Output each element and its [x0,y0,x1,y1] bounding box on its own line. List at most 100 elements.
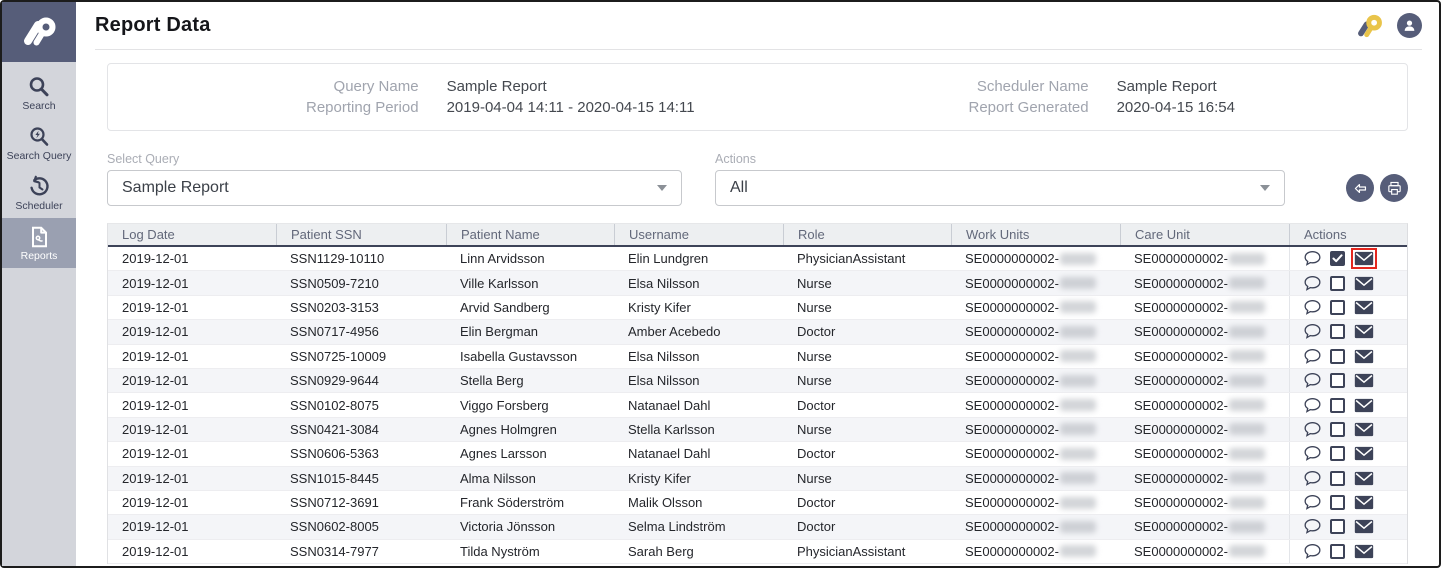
comment-icon[interactable] [1303,470,1322,487]
row-checkbox[interactable] [1330,276,1345,291]
mail-icon-wrap[interactable] [1353,323,1375,340]
column-header-patient-name[interactable]: Patient Name [446,224,614,245]
comment-icon[interactable] [1303,299,1322,316]
row-checkbox[interactable] [1330,544,1345,559]
row-checkbox[interactable] [1330,471,1345,486]
care-unit-cell: SE0000000002- [1120,515,1289,538]
work-units-cell-value: SE0000000002- [965,373,1059,388]
work-units-cell: SE0000000002- [951,418,1120,441]
mail-icon-wrap[interactable] [1353,494,1375,511]
sidebar-item-reports[interactable]: Reports [2,218,76,268]
comment-icon[interactable] [1303,421,1322,438]
back-button[interactable] [1346,174,1374,202]
username-cell: Elsa Nilsson [614,345,783,368]
care-unit-cell-value: SE0000000002- [1134,373,1228,388]
comment-icon[interactable] [1303,397,1322,414]
mail-icon-highlighted[interactable] [1353,250,1375,267]
care-unit-cell: SE0000000002- [1120,418,1289,441]
mail-icon-wrap[interactable] [1353,275,1375,292]
patient-ssn-cell-value: SSN0102-8075 [290,398,379,413]
mail-icon-wrap[interactable] [1353,470,1375,487]
printer-icon [1386,180,1403,197]
column-header-care-unit[interactable]: Care Unit [1120,224,1289,245]
redacted-value [1060,448,1096,460]
summary-value: 2019-04-04 14:11 - 2020-04-15 14:11 [447,97,695,118]
user-avatar-button[interactable] [1397,13,1422,38]
patient-ssn-cell-value: SSN0314-7977 [290,544,379,559]
work-units-cell: SE0000000002- [951,271,1120,294]
mail-icon-wrap[interactable] [1353,543,1375,560]
summary-label: Query Name [306,76,419,97]
row-checkbox[interactable] [1330,446,1345,461]
username-cell: Kristy Kifer [614,467,783,490]
comment-icon[interactable] [1303,494,1322,511]
mail-icon-wrap[interactable] [1353,421,1375,438]
care-unit-cell-value: SE0000000002- [1134,251,1228,266]
care-unit-cell-value: SE0000000002- [1134,422,1228,437]
column-header-role[interactable]: Role [783,224,951,245]
column-header-actions[interactable]: Actions [1289,224,1412,245]
patient-ssn-cell-value: SSN0602-8005 [290,519,379,534]
role-cell: Nurse [783,296,951,319]
column-header-work-units[interactable]: Work Units [951,224,1120,245]
report-table: Log DatePatient SSNPatient NameUsernameR… [107,223,1408,564]
role-cell: Doctor [783,515,951,538]
sidebar-nav: SearchSearch QuerySchedulerReports [2,62,76,268]
row-checkbox[interactable] [1330,324,1345,339]
comment-icon[interactable] [1303,445,1322,462]
comment-icon[interactable] [1303,323,1322,340]
row-checkbox[interactable] [1330,398,1345,413]
row-checkbox[interactable] [1330,300,1345,315]
sidebar-item-search[interactable]: Search [2,68,76,118]
print-button[interactable] [1380,174,1408,202]
patient-ssn-cell: SSN0929-9644 [276,369,446,392]
username-cell-value: Kristy Kifer [628,300,691,315]
comment-icon[interactable] [1303,250,1322,267]
report-summary-panel: Query NameReporting Period Sample Report… [107,63,1408,131]
column-header-patient-ssn[interactable]: Patient SSN [276,224,446,245]
row-checkbox[interactable] [1330,251,1345,266]
comment-icon[interactable] [1303,275,1322,292]
column-header-username[interactable]: Username [614,224,783,245]
log-date-cell: 2019-12-01 [108,369,276,392]
actions-dropdown[interactable]: All [715,170,1285,206]
scheduler-icon [27,175,51,199]
column-header-log-date[interactable]: Log Date [108,224,276,245]
comment-icon[interactable] [1303,372,1322,389]
row-checkbox[interactable] [1330,422,1345,437]
comment-icon[interactable] [1303,518,1322,535]
sidebar-item-search-query[interactable]: Search Query [2,118,76,168]
actions-cell [1289,369,1412,392]
row-checkbox[interactable] [1330,495,1345,510]
patient-name-cell-value: Elin Bergman [460,324,538,339]
mail-icon-wrap[interactable] [1353,445,1375,462]
mail-icon [1354,398,1374,413]
patient-ssn-cell-value: SSN0725-10009 [290,349,386,364]
mail-icon [1354,495,1374,510]
mail-icon-wrap[interactable] [1353,348,1375,365]
summary-left-labels: Query NameReporting Period [306,76,419,118]
sidebar-item-scheduler[interactable]: Scheduler [2,168,76,218]
work-units-cell: SE0000000002- [951,296,1120,319]
redacted-value [1060,472,1096,484]
table-row: 2019-12-01SSN0602-8005Victoria JönssonSe… [108,515,1407,539]
username-cell: Stella Karlsson [614,418,783,441]
role-cell: Doctor [783,442,951,465]
log-date-cell: 2019-12-01 [108,491,276,514]
mail-icon-wrap[interactable] [1353,299,1375,316]
mail-icon-wrap[interactable] [1353,372,1375,389]
care-unit-cell: SE0000000002- [1120,345,1289,368]
comment-icon[interactable] [1303,348,1322,365]
table-row: 2019-12-01SSN0102-8075Viggo ForsbergNata… [108,393,1407,417]
select-query-dropdown[interactable]: Sample Report [107,170,682,206]
row-checkbox[interactable] [1330,373,1345,388]
table-row: 2019-12-01SSN0509-7210Ville KarlssonElsa… [108,271,1407,295]
app-logo[interactable] [2,2,76,62]
mail-icon-wrap[interactable] [1353,518,1375,535]
patient-name-cell: Linn Arvidsson [446,247,614,270]
comment-icon[interactable] [1303,543,1322,560]
mail-icon-wrap[interactable] [1353,397,1375,414]
row-checkbox[interactable] [1330,519,1345,534]
row-checkbox[interactable] [1330,349,1345,364]
summary-right-values: Sample Report2020-04-15 16:54 [1117,76,1235,118]
